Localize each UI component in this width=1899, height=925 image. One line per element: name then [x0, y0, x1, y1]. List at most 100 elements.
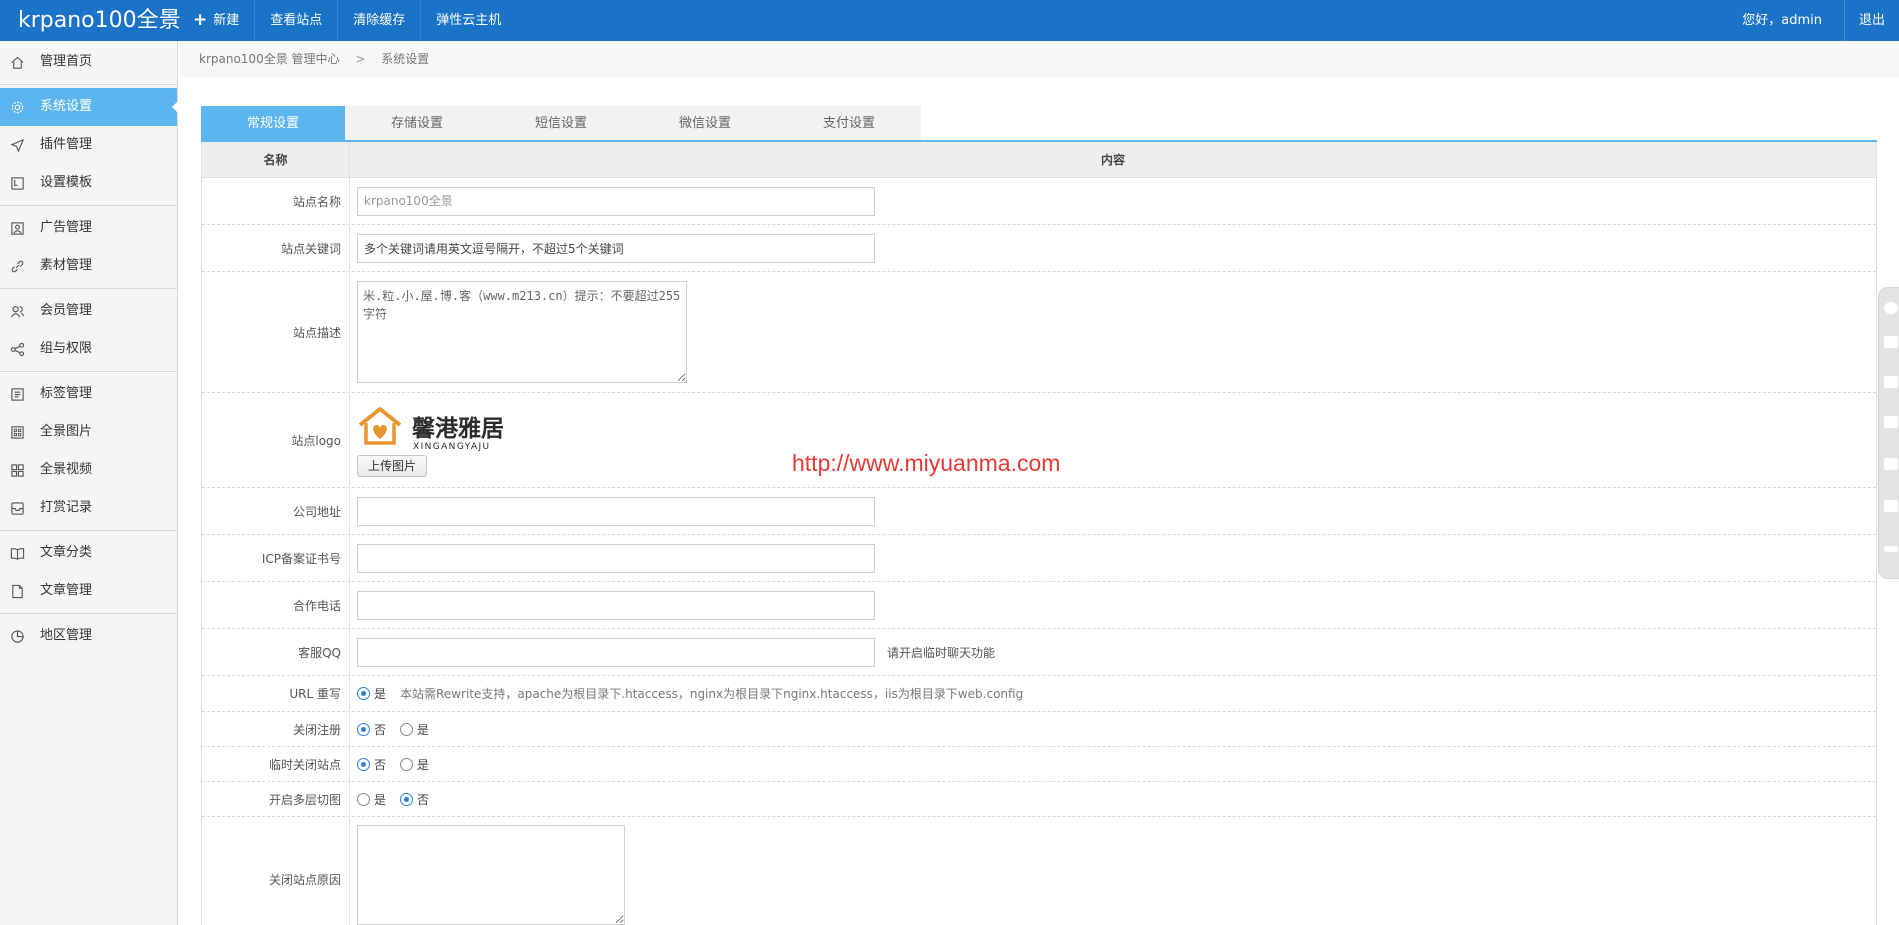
table-row: 站点关键词	[202, 225, 1876, 272]
sidebar-item-label: 系统设置	[40, 99, 93, 114]
floating-toolbar[interactable]	[1878, 287, 1899, 579]
sidebar-item-label: 全景图片	[40, 424, 93, 439]
rewrite-hint: 本站需Rewrite支持，apache为根目录下.htaccess，nginx为…	[400, 687, 1024, 701]
table-row: 合作电话	[202, 582, 1876, 629]
sidebar-item-members[interactable]: 会员管理	[0, 292, 177, 330]
site-description-textarea[interactable]: 米.粒.小.屋.博.客（www.m213.cn）提示：不要超过255字符	[357, 281, 687, 383]
icp-number-input[interactable]	[357, 543, 875, 573]
field-label: 合作电话	[202, 582, 350, 628]
sidebar-item-label: 文章管理	[40, 583, 93, 598]
field-label: 关闭注册	[202, 712, 350, 746]
company-address-input[interactable]	[357, 496, 875, 526]
toolbar-collapse-icon[interactable]	[1884, 546, 1898, 558]
sidebar-item-panorama-images[interactable]: 全景图片	[0, 413, 177, 451]
pie-icon	[10, 629, 25, 644]
radio-checked-icon	[400, 792, 414, 806]
close-site-no-radio[interactable]: 否	[357, 756, 386, 773]
radio-checked-icon	[357, 687, 370, 700]
sidebar-item-home[interactable]: 管理首页	[0, 43, 177, 81]
brand-title[interactable]: krpano100全景	[18, 7, 181, 35]
table-header: 名称 内容	[202, 142, 1876, 178]
settings-tabs: 常规设置 存储设置 短信设置 微信设置 支付设置	[201, 106, 921, 141]
cloud-host-link[interactable]: 弹性云主机	[420, 0, 516, 41]
template-icon	[10, 176, 25, 191]
top-bar: krpano100全景 + 新建 查看站点 清除缓存 弹性云主机 您好，admi…	[0, 0, 1899, 41]
close-reason-textarea[interactable]	[357, 825, 625, 925]
sidebar-group: 地区管理	[0, 614, 177, 658]
close-reg-no-radio[interactable]: 否	[357, 721, 386, 738]
phone-input[interactable]	[357, 590, 875, 620]
sidebar-item-system-settings[interactable]: 系统设置	[0, 88, 178, 126]
radio-unchecked-icon	[400, 757, 414, 771]
send-icon	[10, 138, 25, 153]
field-label: 客服QQ	[202, 629, 350, 675]
rewrite-yes-radio[interactable]: 是	[357, 685, 386, 702]
settings-form: 名称 内容 站点名称 站点关键词 站点描述 米.粒.小.屋.博.客（www.m2…	[201, 142, 1877, 925]
radio-label: 是	[374, 687, 387, 701]
site-name-input[interactable]	[357, 186, 875, 216]
logout-link[interactable]: 退出	[1843, 0, 1899, 41]
sidebar-item-ads[interactable]: 广告管理	[0, 209, 177, 247]
breadcrumb-root[interactable]: krpano100全景 管理中心	[199, 52, 340, 66]
user-greeting[interactable]: 您好，admin	[1720, 0, 1844, 41]
sidebar-item-tags[interactable]: 标签管理	[0, 375, 177, 413]
radio-unchecked-icon	[357, 792, 370, 806]
table-row: 关闭站点原因	[202, 817, 1876, 925]
sidebar-item-permissions[interactable]: 组与权限	[0, 330, 177, 368]
table-row: 开启多层切图 是 否	[202, 782, 1876, 817]
sidebar-item-articles[interactable]: 文章管理	[0, 572, 177, 610]
radio-unchecked-icon	[400, 722, 414, 736]
sidebar-item-label: 插件管理	[40, 137, 93, 152]
toolbar-play-icon[interactable]	[1884, 458, 1898, 470]
sidebar-item-article-categories[interactable]: 文章分类	[0, 534, 177, 572]
sidebar-item-regions[interactable]: 地区管理	[0, 617, 177, 655]
upload-image-button[interactable]: 上传图片	[357, 455, 428, 477]
tab-storage[interactable]: 存储设置	[345, 106, 489, 141]
sidebar: 管理首页 系统设置 插件管理 设置模板 广告管理 素材管理 会员管理 组与权限 …	[0, 41, 178, 925]
sidebar-item-rewards[interactable]: 打赏记录	[0, 489, 177, 527]
sidebar-item-templates[interactable]: 设置模板	[0, 164, 177, 202]
sidebar-item-label: 广告管理	[40, 220, 93, 235]
clear-cache-link[interactable]: 清除缓存	[337, 0, 420, 41]
tab-wechat[interactable]: 微信设置	[633, 106, 777, 141]
logo-container: 馨港雅居 XINGANGYAJU 上传图片	[357, 403, 511, 477]
close-reg-yes-radio[interactable]: 是	[400, 721, 429, 738]
table-row: 客服QQ 请开启临时聊天功能	[202, 629, 1876, 676]
share-icon	[10, 342, 25, 357]
sidebar-item-label: 打赏记录	[40, 500, 93, 515]
multi-tile-yes-radio[interactable]: 是	[357, 791, 386, 808]
sidebar-item-materials[interactable]: 素材管理	[0, 247, 177, 285]
tab-sms[interactable]: 短信设置	[489, 106, 633, 141]
sidebar-item-panorama-videos[interactable]: 全景视频	[0, 451, 177, 489]
view-site-link[interactable]: 查看站点	[254, 0, 337, 41]
sidebar-group: 文章分类 文章管理	[0, 531, 177, 614]
tab-general[interactable]: 常规设置	[201, 106, 345, 141]
radio-label: 否	[417, 792, 430, 807]
sidebar-item-plugins[interactable]: 插件管理	[0, 126, 177, 164]
multi-tile-no-radio[interactable]: 否	[400, 791, 429, 808]
watermark-url: http://www.miyuanma.com	[792, 450, 1061, 476]
service-qq-input[interactable]	[357, 637, 875, 667]
toolbar-image-icon[interactable]	[1884, 416, 1898, 428]
link-icon	[10, 259, 25, 274]
toolbar-ai-icon[interactable]	[1884, 336, 1898, 348]
toolbar-settings-icon[interactable]	[1884, 500, 1898, 512]
toolbar-screenshot-icon[interactable]	[1884, 376, 1898, 388]
column-header-name: 名称	[202, 142, 350, 177]
site-keywords-input[interactable]	[357, 233, 875, 263]
breadcrumb: krpano100全景 管理中心 > 系统设置	[179, 41, 1899, 77]
sidebar-item-label: 素材管理	[40, 258, 93, 273]
tab-payment[interactable]: 支付设置	[777, 106, 921, 141]
radio-label: 否	[374, 722, 387, 737]
toolbar-logo-icon[interactable]	[1884, 302, 1898, 314]
field-label: 站点关键词	[202, 225, 350, 271]
close-site-yes-radio[interactable]: 是	[400, 756, 429, 773]
logo-subtext: XINGANGYAJU	[413, 442, 491, 452]
inbox-icon	[10, 501, 25, 516]
field-label: 开启多层切图	[202, 782, 350, 816]
list-icon	[10, 387, 25, 402]
new-button[interactable]: + 新建	[181, 0, 254, 41]
field-label: 站点logo	[202, 393, 350, 487]
radio-label: 是	[417, 757, 430, 772]
sidebar-item-label: 全景视频	[40, 462, 93, 477]
